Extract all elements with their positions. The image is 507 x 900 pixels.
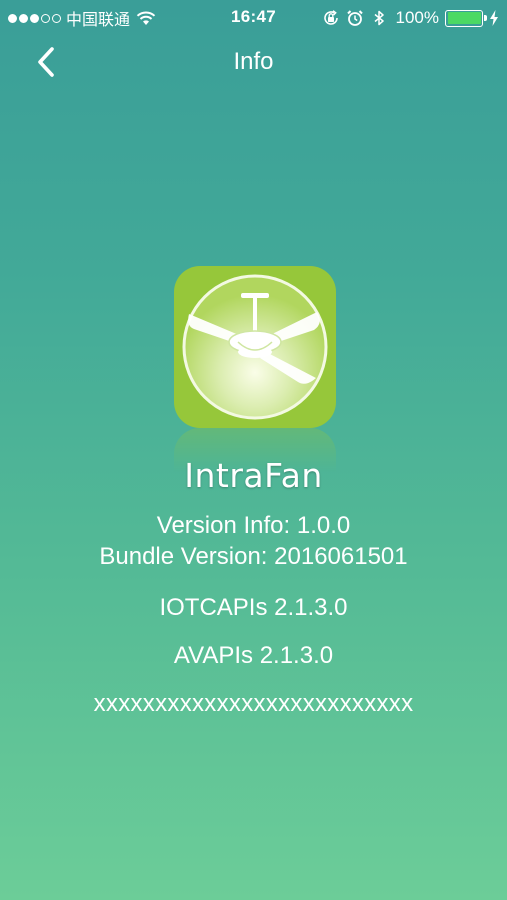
bundle-version: Bundle Version: 2016061501 xyxy=(99,543,408,570)
iotc-apis-version: IOTCAPIs 2.1.3.0 xyxy=(159,594,348,621)
status-bar: 中国联通 16:47 100% xyxy=(0,0,507,36)
ceiling-fan-icon xyxy=(174,266,336,428)
app-name: IntraFan xyxy=(184,456,323,495)
battery-icon xyxy=(445,9,487,27)
navigation-bar: Info xyxy=(0,36,507,86)
rotation-lock-icon xyxy=(323,10,338,25)
bluetooth-icon xyxy=(374,10,384,26)
charging-bolt-icon xyxy=(490,10,498,26)
battery-nub xyxy=(484,14,487,21)
serial-code: xxxxxxxxxxxxxxxxxxxxxxxxxx xyxy=(93,690,414,717)
page-title: Info xyxy=(233,48,274,75)
alarm-icon xyxy=(346,10,363,26)
version-info: Version Info: 1.0.0 xyxy=(156,512,351,539)
status-right: 100% xyxy=(322,7,499,29)
av-apis-version: AVAPIs 2.1.3.0 xyxy=(173,642,334,669)
battery-percent: 100% xyxy=(395,8,439,27)
battery-level-fill xyxy=(447,12,481,24)
